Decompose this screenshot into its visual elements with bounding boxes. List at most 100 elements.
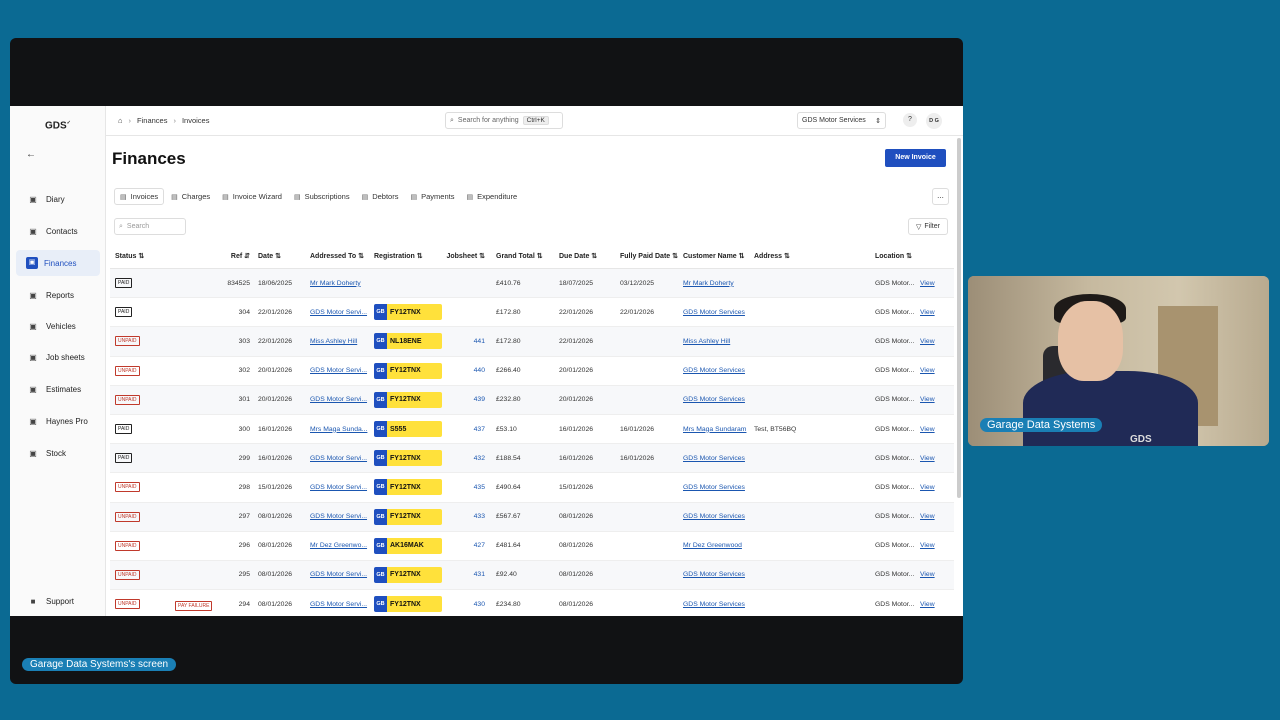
- view-link[interactable]: View: [920, 396, 935, 403]
- number-plate[interactable]: GB FY12TNX: [374, 479, 442, 496]
- customer-name-link[interactable]: Mr Mark Doherty: [683, 280, 734, 287]
- addressed-to-link[interactable]: Mr Dez Greenwo...: [310, 542, 367, 549]
- support-button[interactable]: ■ Support: [16, 588, 100, 614]
- sidebar-item-job-sheets[interactable]: ▣ Job sheets: [16, 344, 100, 370]
- table-row[interactable]: UNPAID 296 08/01/2026 Mr Dez Greenwo... GB AK…: [110, 532, 954, 561]
- global-search[interactable]: ⌕ Search for anything Ctrl+K: [445, 112, 563, 129]
- table-row[interactable]: UNPAID 301 20/01/2026 GDS Motor Servi... GB F…: [110, 385, 954, 415]
- sidebar-item-finances[interactable]: ▣ Finances: [16, 250, 100, 276]
- jobsheet-link[interactable]: 437: [474, 426, 485, 433]
- sidebar-item-vehicles[interactable]: ▣ Vehicles: [16, 313, 100, 339]
- jobsheet-link[interactable]: 432: [474, 455, 485, 462]
- table-row[interactable]: UNPAID 297 08/01/2026 GDS Motor Servi... GB F…: [110, 502, 954, 532]
- view-link[interactable]: View: [920, 484, 935, 491]
- addressed-to-link[interactable]: GDS Motor Servi...: [310, 455, 367, 462]
- jobsheet-link[interactable]: 433: [474, 513, 485, 520]
- jobsheet-link[interactable]: 430: [474, 601, 485, 608]
- addressed-to-link[interactable]: GDS Motor Servi...: [310, 309, 367, 316]
- addressed-to-link[interactable]: GDS Motor Servi...: [310, 601, 367, 608]
- jobsheet-link[interactable]: 439: [474, 396, 485, 403]
- sidebar-item-reports[interactable]: ▣ Reports: [16, 282, 100, 308]
- table-row[interactable]: UNPAID PAY FAILURE 294 08/01/2026 GDS Motor …: [110, 590, 954, 616]
- addressed-to-link[interactable]: Mr Mark Doherty: [310, 280, 361, 287]
- number-plate[interactable]: GB FY12TNX: [374, 596, 442, 613]
- customer-name-link[interactable]: GDS Motor Services: [683, 513, 745, 520]
- jobsheet-link[interactable]: 441: [474, 338, 485, 345]
- view-link[interactable]: View: [920, 601, 935, 608]
- number-plate[interactable]: GB FY12TNX: [374, 362, 442, 379]
- col-jobsheet[interactable]: Jobsheet ⇅: [445, 252, 493, 260]
- breadcrumb-invoices[interactable]: Invoices: [182, 116, 210, 125]
- tab-expenditure[interactable]: ▤ Expenditure: [461, 188, 522, 205]
- col-fully-paid-date[interactable]: Fully Paid Date ⇅: [615, 252, 681, 260]
- tab-payments[interactable]: ▤ Payments: [405, 188, 459, 205]
- new-invoice-button[interactable]: New Invoice: [885, 149, 946, 167]
- tab-invoices[interactable]: ▤ Invoices: [114, 188, 165, 205]
- tab-invoice-wizard[interactable]: ▤ Invoice Wizard: [217, 188, 287, 205]
- jobsheet-link[interactable]: 435: [474, 484, 485, 491]
- customer-name-link[interactable]: GDS Motor Services: [683, 396, 745, 403]
- sidebar-item-estimates[interactable]: ▣ Estimates: [16, 376, 100, 402]
- addressed-to-link[interactable]: GDS Motor Servi...: [310, 513, 367, 520]
- col-customer-name[interactable]: Customer Name ⇅: [681, 252, 752, 260]
- avatar[interactable]: D G: [926, 113, 942, 129]
- scrollbar[interactable]: [957, 138, 961, 498]
- number-plate[interactable]: GB FY12TNX: [374, 391, 442, 408]
- customer-name-link[interactable]: GDS Motor Services: [683, 601, 745, 608]
- number-plate[interactable]: GB FY12TNX: [374, 508, 442, 525]
- table-row[interactable]: PAID 304 22/01/2026 GDS Motor Servi... GB FY1…: [110, 298, 954, 328]
- jobsheet-link[interactable]: 427: [474, 542, 485, 549]
- addressed-to-link[interactable]: GDS Motor Servi...: [310, 571, 367, 578]
- customer-name-link[interactable]: Miss Ashley Hill: [683, 338, 730, 345]
- number-plate[interactable]: GB FY12TNX: [374, 566, 442, 583]
- col-due-date[interactable]: Due Date ⇅: [555, 252, 615, 260]
- view-link[interactable]: View: [920, 571, 935, 578]
- sidebar-item-stock[interactable]: ▣ Stock: [16, 440, 100, 466]
- breadcrumb-finances[interactable]: Finances: [137, 116, 167, 125]
- col-date[interactable]: Date ⇅: [254, 252, 308, 260]
- table-row[interactable]: UNPAID 302 20/01/2026 GDS Motor Servi... GB F…: [110, 357, 954, 386]
- customer-name-link[interactable]: Mrs Maga Sundaram: [683, 426, 746, 433]
- help-icon[interactable]: ?: [903, 113, 917, 127]
- table-row[interactable]: UNPAID 303 22/01/2026 Miss Ashley Hill GB NL1…: [110, 327, 954, 357]
- col-registration[interactable]: Registration ⇅: [371, 252, 445, 260]
- col-status[interactable]: Status ⇅: [110, 252, 218, 260]
- table-row[interactable]: PAID 300 16/01/2026 Mrs Maga Sunda... GB S555…: [110, 415, 954, 445]
- number-plate[interactable]: GB FY12TNX: [374, 304, 442, 321]
- jobsheet-link[interactable]: 431: [474, 571, 485, 578]
- number-plate[interactable]: GB S555: [374, 421, 442, 438]
- view-link[interactable]: View: [920, 426, 935, 433]
- org-select[interactable]: GDS Motor Services ⇕: [797, 112, 886, 129]
- number-plate[interactable]: GB AK16MAK: [374, 537, 442, 554]
- col-addressed-to[interactable]: Addressed To ⇅: [308, 252, 371, 260]
- tab-charges[interactable]: ▤ Charges: [166, 188, 215, 205]
- view-link[interactable]: View: [920, 542, 935, 549]
- addressed-to-link[interactable]: Mrs Maga Sunda...: [310, 426, 367, 433]
- table-row[interactable]: UNPAID 298 15/01/2026 GDS Motor Servi... GB F…: [110, 473, 954, 503]
- col-location[interactable]: Location ⇅: [873, 252, 918, 260]
- jobsheet-link[interactable]: 440: [474, 367, 485, 374]
- addressed-to-link[interactable]: Miss Ashley Hill: [310, 338, 357, 345]
- customer-name-link[interactable]: GDS Motor Services: [683, 484, 745, 491]
- view-link[interactable]: View: [920, 367, 935, 374]
- back-arrow-icon[interactable]: ←: [24, 148, 38, 162]
- col-address[interactable]: Address ⇅: [752, 252, 873, 260]
- table-row[interactable]: PAID 834525 18/06/2025 Mr Mark Doherty £410.…: [110, 269, 954, 299]
- view-link[interactable]: View: [920, 338, 935, 345]
- tab-subscriptions[interactable]: ▤ Subscriptions: [289, 188, 355, 205]
- sidebar-item-diary[interactable]: ▣ Diary: [16, 186, 100, 212]
- more-button[interactable]: ...: [932, 188, 949, 205]
- table-row[interactable]: UNPAID 295 08/01/2026 GDS Motor Servi... GB F…: [110, 560, 954, 591]
- search-input[interactable]: ⌕ Search: [114, 218, 186, 235]
- col-grand-total[interactable]: Grand Total ⇅: [493, 252, 555, 260]
- sidebar-item-contacts[interactable]: ▣ Contacts: [16, 218, 100, 244]
- view-link[interactable]: View: [920, 280, 935, 287]
- customer-name-link[interactable]: Mr Dez Greenwood: [683, 542, 742, 549]
- tab-debtors[interactable]: ▤ Debtors: [357, 188, 404, 205]
- sidebar-item-haynes-pro[interactable]: ▣ Haynes Pro: [16, 408, 100, 434]
- table-row[interactable]: PAID 299 16/01/2026 GDS Motor Servi... GB FY1…: [110, 444, 954, 474]
- customer-name-link[interactable]: GDS Motor Services: [683, 455, 745, 462]
- view-link[interactable]: View: [920, 513, 935, 520]
- addressed-to-link[interactable]: GDS Motor Servi...: [310, 396, 367, 403]
- customer-name-link[interactable]: GDS Motor Services: [683, 309, 745, 316]
